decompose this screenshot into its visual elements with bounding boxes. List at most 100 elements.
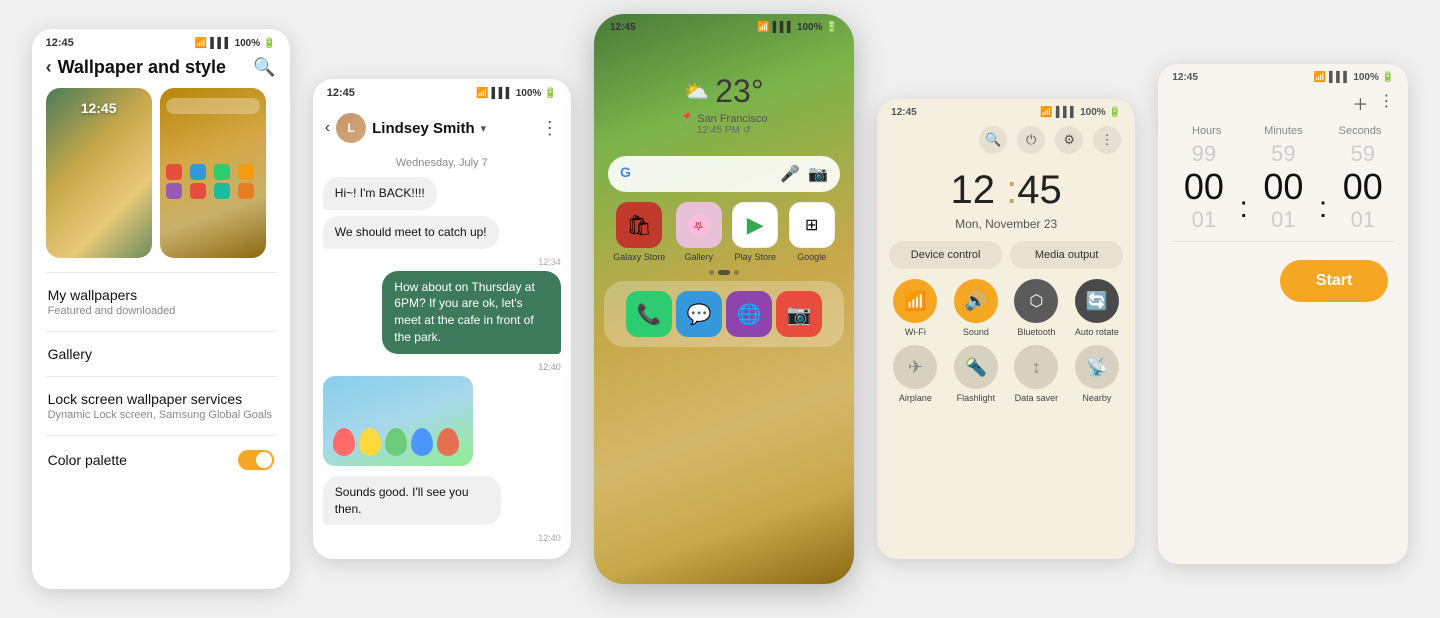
qs-tile-nearby[interactable]: 📡 Nearby <box>1071 345 1124 403</box>
wallpaper-title: Wallpaper and style <box>58 57 226 78</box>
home-wifi-icon: 📶 <box>757 22 769 33</box>
status-bar-5: 12:45 📶 ▌▌▌ 100% 🔋 <box>1158 64 1408 87</box>
timer-header: ＋ ⋮ <box>1158 87 1408 125</box>
message-image <box>323 376 473 466</box>
message-bubble-2: We should meet to catch up! <box>323 216 499 249</box>
back-arrow-icon[interactable]: ‹ <box>46 57 52 78</box>
flashlight-tile-icon: 🔦 <box>954 345 998 389</box>
timer-colon-1: : <box>1239 191 1247 233</box>
settings-icon[interactable]: ⚙ <box>1055 126 1083 154</box>
signal-icon-2: ▌▌▌ <box>491 88 512 99</box>
google-search-bar[interactable]: G 🎤 📷 <box>608 156 840 192</box>
search-qs-icon[interactable]: 🔍 <box>979 126 1007 154</box>
qs-tile-wifi[interactable]: 📶 Wi-Fi <box>889 279 942 337</box>
wallpaper-preview: 12:45 <box>32 88 290 272</box>
qs-clock-minutes: 45 <box>1017 168 1062 212</box>
hours-scroll-bot: 01 <box>1168 207 1239 233</box>
battery-2: 100% <box>516 88 542 99</box>
start-button[interactable]: Start <box>1280 260 1388 302</box>
wifi-icon-2: 📶 <box>476 88 488 99</box>
google-app-icon: ⊞ <box>805 215 818 235</box>
wallpaper-thumb-lock[interactable]: 12:45 <box>46 88 152 258</box>
status-bar-2: 12:45 📶 ▌▌▌ 100% 🔋 <box>313 79 571 103</box>
more-timer-icon[interactable]: ⋮ <box>1378 91 1394 115</box>
timer-colon-2: : <box>1319 191 1327 233</box>
messages-panel: 12:45 📶 ▌▌▌ 100% 🔋 ‹ L Lindsey Smith ▾ ⋮… <box>313 79 571 559</box>
lock-wallpaper-label: Lock screen wallpaper services <box>48 391 274 407</box>
qs-date: Mon, November 23 <box>877 217 1135 231</box>
message-bubble-4: Sounds good. I'll see you then. <box>323 476 502 526</box>
dock-bar: 📞 💬 🌐 📷 <box>604 281 844 347</box>
color-palette-label: Color palette <box>48 452 127 468</box>
wallpaper-thumb-home[interactable] <box>160 88 266 258</box>
search-icon[interactable]: 🔍 <box>253 57 275 78</box>
app-play-store[interactable]: ▶ Play Store <box>732 202 778 262</box>
media-output-btn[interactable]: Media output <box>1010 241 1123 269</box>
gallery-item[interactable]: Gallery <box>32 332 290 376</box>
qs-control-buttons: Device control Media output <box>877 241 1135 279</box>
message-bubble-3: How about on Thursday at 6PM? If you are… <box>382 271 561 354</box>
app-gallery[interactable]: 🌸 Gallery <box>676 202 722 262</box>
back-arrow-msg[interactable]: ‹ <box>325 119 330 137</box>
minutes-col[interactable]: 59 00 01 <box>1248 141 1319 233</box>
microphone-icon[interactable]: 🎤 <box>780 164 800 184</box>
weather-widget: ⛅ 23° 📍 San Francisco 12:45 PM ↺ <box>594 73 854 136</box>
google-logo: G <box>620 164 640 184</box>
gallery-label: Gallery <box>48 346 274 362</box>
power-icon[interactable]: ⏻ <box>1017 126 1045 154</box>
minutes-scroll-mid: 00 <box>1248 167 1319 207</box>
device-control-btn[interactable]: Device control <box>889 241 1002 269</box>
timer-signal: ▌▌▌ <box>1329 72 1350 83</box>
play-store-label: Play Store <box>734 252 776 262</box>
app-galaxy-store[interactable]: 🛍 Galaxy Store <box>613 202 665 262</box>
qs-tile-datasaver[interactable]: ↕ Data saver <box>1010 345 1063 403</box>
more-options-icon[interactable]: ⋮ <box>541 118 559 139</box>
status-bar-3: 12:45 📶 ▌▌▌ 100% 🔋 <box>594 14 854 33</box>
minutes-label: Minutes <box>1245 125 1322 137</box>
phone-icon: 📞 <box>637 302 662 327</box>
dock-camera[interactable]: 📷 <box>776 291 822 337</box>
messages-header: ‹ L Lindsey Smith ▾ ⋮ <box>313 103 571 149</box>
timer-scroll-area: 99 00 01 : 59 00 01 : 59 00 01 <box>1158 141 1408 233</box>
qs-tile-airplane[interactable]: ✈ Airplane <box>889 345 942 403</box>
chevron-down-icon[interactable]: ▾ <box>481 122 487 135</box>
timer-column-labels: Hours Minutes Seconds <box>1158 125 1408 137</box>
color-palette-toggle[interactable] <box>238 450 274 470</box>
gallery-icon: 🌸 <box>686 213 711 238</box>
google-app-label: Google <box>797 252 826 262</box>
qs-tiles-row1: 📶 Wi-Fi 🔊 Sound ⬡ Bluetooth 🔄 Auto rotat… <box>877 279 1135 345</box>
qs-tile-sound[interactable]: 🔊 Sound <box>950 279 1003 337</box>
status-bar-1: 12:45 📶 ▌▌▌ 100% 🔋 <box>32 29 290 53</box>
apps-row-1: 🛍 Galaxy Store 🌸 Gallery ▶ Play Store ⊞ … <box>594 202 854 262</box>
wifi-tile-label: Wi-Fi <box>905 327 926 337</box>
browser-icon: 🌐 <box>737 302 762 327</box>
qs-tile-autorotate[interactable]: 🔄 Auto rotate <box>1071 279 1124 337</box>
lens-icon[interactable]: 📷 <box>808 164 828 184</box>
timer-wifi-icon: 📶 <box>1314 72 1326 83</box>
hours-col[interactable]: 99 00 01 <box>1168 141 1239 233</box>
add-timer-icon[interactable]: ＋ <box>1352 91 1368 115</box>
timer-battery-pct: 100% <box>1353 72 1379 83</box>
dock-browser[interactable]: 🌐 <box>726 291 772 337</box>
seconds-scroll-top: 59 <box>1327 141 1398 167</box>
seconds-label: Seconds <box>1322 125 1399 137</box>
status-time-1: 12:45 <box>46 37 74 49</box>
color-palette-item[interactable]: Color palette <box>32 436 290 484</box>
dock-phone[interactable]: 📞 <box>626 291 672 337</box>
airplane-tile-label: Airplane <box>899 393 932 403</box>
wifi-icon-1: 📶 <box>195 38 207 49</box>
home-status-time: 12:45 <box>610 22 636 33</box>
lock-wallpaper-item[interactable]: Lock screen wallpaper services Dynamic L… <box>32 377 290 435</box>
wallpaper-panel: 12:45 📶 ▌▌▌ 100% 🔋 ‹ Wallpaper and style… <box>32 29 290 589</box>
quick-settings-panel: 12:45 📶 ▌▌▌ 100% 🔋 🔍 ⏻ ⚙ ⋮ 12 :45 Mon, N… <box>877 99 1135 559</box>
app-google[interactable]: ⊞ Google <box>789 202 835 262</box>
qs-tile-bluetooth[interactable]: ⬡ Bluetooth <box>1010 279 1063 337</box>
contact-name: Lindsey Smith <box>372 120 475 137</box>
hours-scroll-mid: 00 <box>1168 167 1239 207</box>
qs-tile-flashlight[interactable]: 🔦 Flashlight <box>950 345 1003 403</box>
sound-tile-label: Sound <box>963 327 989 337</box>
seconds-col[interactable]: 59 00 01 <box>1327 141 1398 233</box>
my-wallpapers-item[interactable]: My wallpapers Featured and downloaded <box>32 273 290 331</box>
dock-messages[interactable]: 💬 <box>676 291 722 337</box>
edit-qs-icon[interactable]: ⋮ <box>1093 126 1121 154</box>
